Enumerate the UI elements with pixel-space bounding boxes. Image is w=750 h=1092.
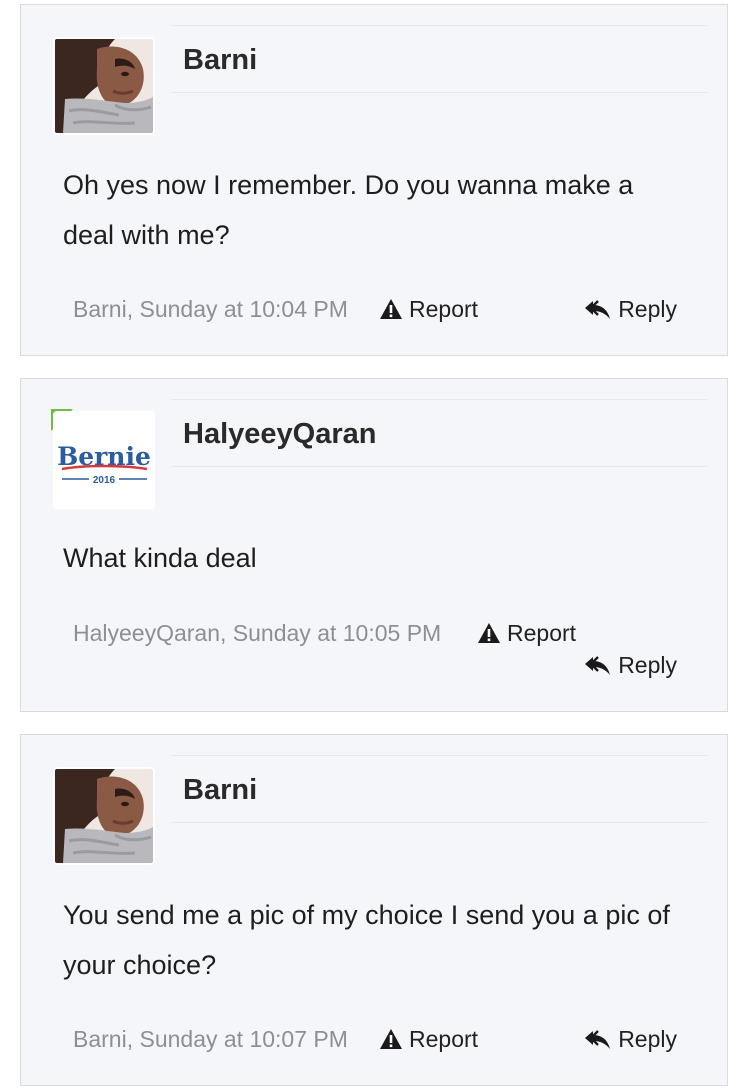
message-post: Barni Oh yes now I remember. Do you wann… — [20, 4, 728, 356]
message-post: Bernie 2016 HalyeeyQaran What kinda deal… — [20, 378, 728, 712]
report-button[interactable]: Report — [379, 296, 478, 323]
report-label: Report — [409, 296, 479, 322]
avatar-logo-year: 2016 — [93, 475, 116, 486]
username[interactable]: Barni — [183, 44, 257, 77]
username[interactable]: Barni — [183, 774, 257, 807]
message-text: You send me a pic of my choice I send yo… — [63, 900, 670, 980]
message-post: Barni You send me a pic of my choice I s… — [20, 734, 728, 1086]
avatar[interactable]: Bernie 2016 — [53, 411, 155, 509]
user-photo-icon — [55, 39, 153, 133]
reply-arrow-icon — [585, 1030, 611, 1049]
report-label: Report — [409, 1026, 479, 1052]
reply-button[interactable]: Reply — [584, 652, 677, 679]
report-button[interactable]: Report — [477, 620, 576, 647]
message-text: Oh yes now I remember. Do you wanna make… — [63, 170, 634, 250]
message-text: What kinda deal — [63, 543, 257, 573]
post-meta[interactable]: Barni, Sunday at 10:04 PM — [73, 296, 348, 323]
user-photo-icon — [55, 769, 153, 863]
username[interactable]: HalyeeyQaran — [183, 418, 376, 451]
avatar[interactable] — [53, 767, 155, 865]
warning-triangle-icon — [478, 623, 500, 643]
reply-button[interactable]: Reply — [584, 296, 677, 323]
post-meta[interactable]: HalyeeyQaran, Sunday at 10:05 PM — [73, 620, 441, 647]
post-header: Barni — [171, 755, 707, 823]
reply-button[interactable]: Reply — [584, 1026, 677, 1053]
reply-label: Reply — [618, 1026, 677, 1052]
avatar[interactable] — [53, 37, 155, 135]
reply-label: Reply — [618, 652, 677, 678]
warning-triangle-icon — [380, 299, 402, 319]
post-header: HalyeeyQaran — [171, 399, 707, 467]
post-meta[interactable]: Barni, Sunday at 10:07 PM — [73, 1026, 348, 1053]
report-button[interactable]: Report — [379, 1026, 478, 1053]
reply-arrow-icon — [585, 300, 611, 319]
reply-arrow-icon — [585, 656, 611, 675]
reply-label: Reply — [618, 296, 677, 322]
bernie-logo-icon: Bernie 2016 — [55, 413, 153, 507]
warning-triangle-icon — [380, 1029, 402, 1049]
post-header: Barni — [171, 25, 707, 93]
report-label: Report — [507, 620, 577, 646]
